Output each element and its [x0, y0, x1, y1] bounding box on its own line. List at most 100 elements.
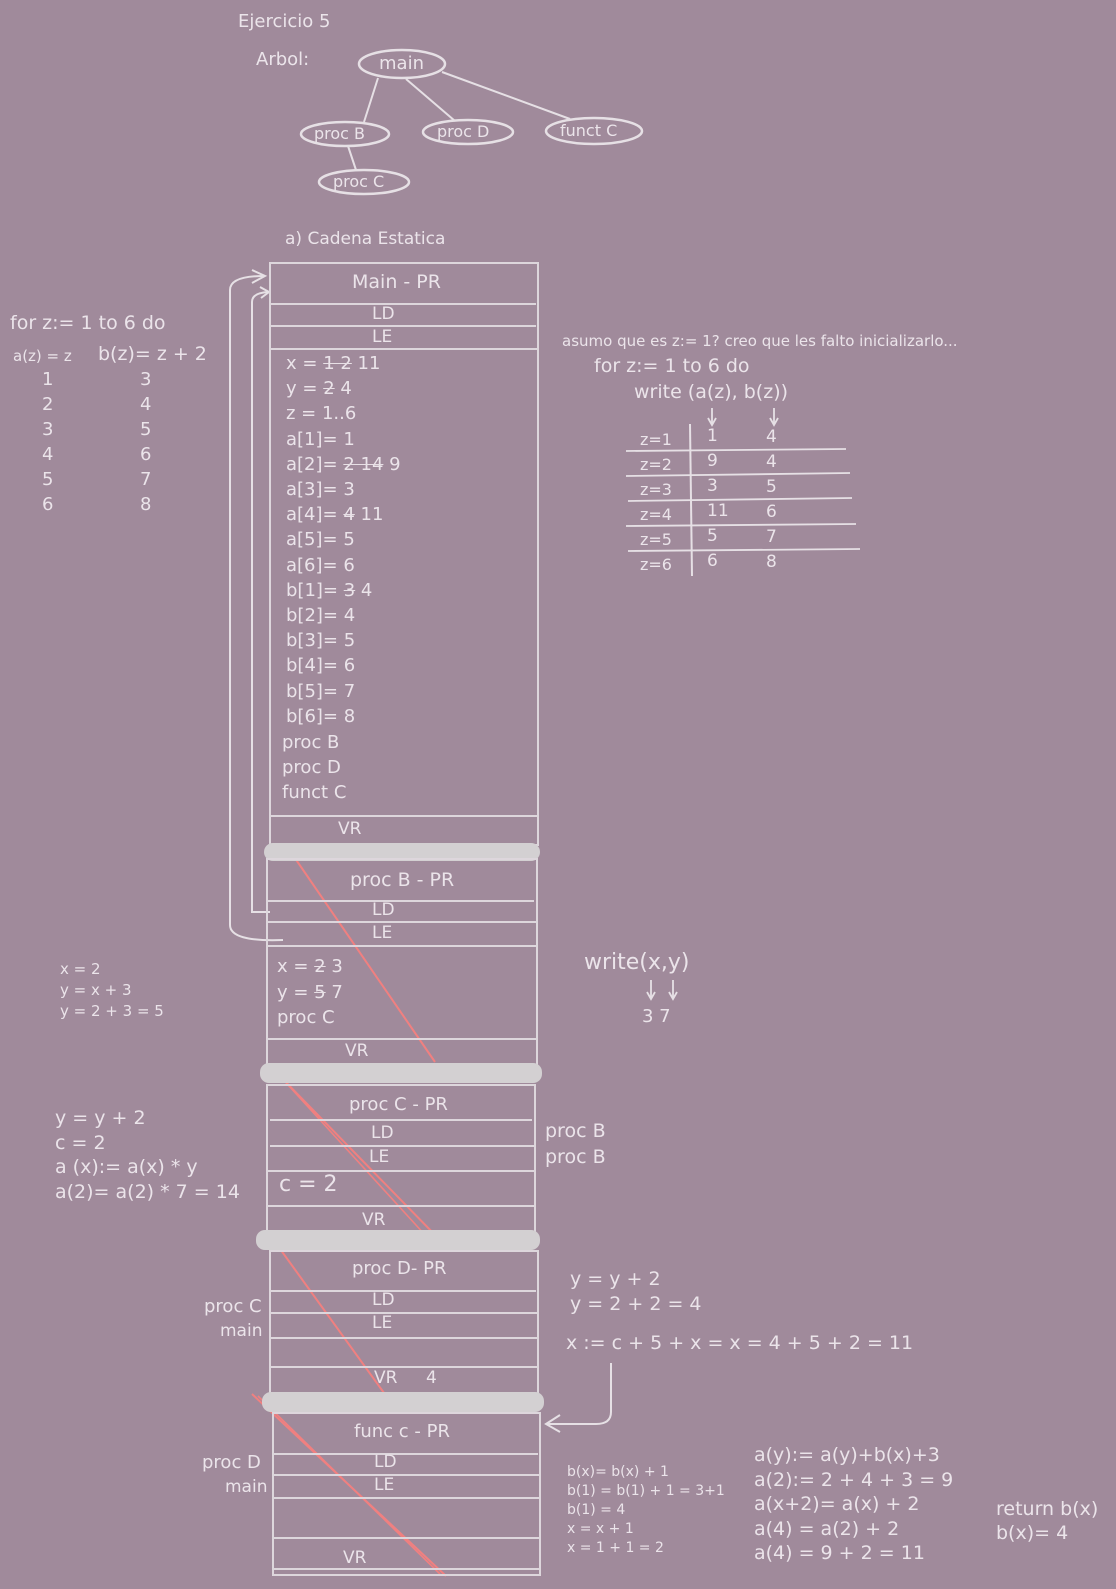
- procB-write-out: 3 7: [642, 1006, 671, 1027]
- left-loop-a-value: 1: [42, 369, 54, 390]
- main-var: z = 1..6: [286, 403, 357, 425]
- left-loop-b-value: 3: [140, 369, 152, 390]
- main-var: b[3]= 5: [286, 630, 356, 652]
- results-b: 5: [766, 477, 777, 497]
- main-var: a[4]= 4 11: [286, 504, 384, 526]
- funcC-note-b-line: b(x)= b(x) + 1: [567, 1464, 669, 1480]
- section-title: a) Cadena Estatica: [285, 229, 446, 249]
- funcC-note-b-line: b(1) = 4: [567, 1502, 626, 1518]
- tree-edge-main-procD: [405, 78, 456, 122]
- left-loop-a-value: 5: [42, 469, 54, 490]
- left-loop-a-value: 3: [42, 419, 54, 440]
- procD-le: LE: [372, 1313, 393, 1333]
- procD-ld-target: proc C: [204, 1296, 262, 1317]
- left-loop-b-value: 6: [140, 444, 152, 465]
- main-le: LE: [372, 327, 393, 347]
- tree-edge-main-functC: [441, 71, 571, 120]
- left-loop-col1: a(z) = z: [13, 347, 72, 365]
- left-loop-a-value: 2: [42, 394, 54, 415]
- procC-ld: LD: [371, 1123, 394, 1143]
- main-ld: LD: [372, 304, 395, 324]
- procB-write: write(x,y): [584, 950, 690, 975]
- funcC-return-line: b(x)= 4: [996, 1522, 1069, 1544]
- frame-separator-scribble: [260, 1063, 542, 1083]
- procC-note-line: y = y + 2: [55, 1107, 146, 1129]
- main-var: a[3]= 3: [286, 479, 355, 500]
- main-proc-decl: proc D: [282, 757, 341, 778]
- funcC-note-a-line: a(4) = 9 + 2 = 11: [754, 1542, 925, 1564]
- diagram-lines: [229, 48, 861, 1577]
- funcC-ld: LD: [374, 1452, 397, 1472]
- assume-note: asumo que es z:= 1? creo que les falto i…: [562, 332, 958, 350]
- main-var: a[1]= 1: [286, 428, 355, 450]
- tree-node-procC: proc C: [333, 172, 385, 191]
- results-b: 6: [766, 502, 777, 522]
- results-z: z=5: [640, 530, 672, 549]
- funcC-note-b-line: x = x + 1: [567, 1521, 634, 1537]
- right-loop: for z:= 1 to 6 do: [594, 355, 750, 377]
- tree-node-procD: proc D: [437, 122, 490, 141]
- procC-body: c = 2: [279, 1172, 338, 1197]
- funcC-return-line: return b(x): [996, 1498, 1099, 1520]
- main-var: x = 1 2 11: [286, 353, 381, 374]
- tree-node-functC: funct C: [560, 121, 618, 140]
- left-loop-b-value: 8: [140, 494, 152, 515]
- main-frame-title: Main - PR: [352, 271, 441, 293]
- funcC-le: LE: [374, 1475, 395, 1495]
- procD-note-line: y = y + 2: [570, 1268, 661, 1290]
- right-write: write (a(z), b(z)): [634, 381, 789, 403]
- procB-note-line: y = 2 + 3 = 5: [60, 1002, 164, 1020]
- funcC-le-target: main: [225, 1477, 268, 1497]
- frame-separator-scribble: [262, 1392, 544, 1412]
- procB-note-line: x = 2: [60, 960, 101, 978]
- left-loop-a-value: 6: [42, 494, 54, 515]
- funcC-note-a-line: a(4) = a(2) + 2: [754, 1517, 900, 1540]
- funcC-note-a-line: a(y):= a(y)+b(x)+3: [754, 1444, 940, 1466]
- results-a: 5: [707, 526, 718, 546]
- left-loop-header: for z:= 1 to 6 do: [10, 312, 166, 334]
- main-vr: VR: [338, 819, 362, 839]
- procB-var-y: y = 5 7: [277, 982, 343, 1003]
- procD-ld: LD: [372, 1290, 395, 1310]
- procB-var-x: x = 2 3: [277, 956, 343, 977]
- left-loop-a-value: 4: [42, 444, 54, 465]
- procD-frame-title: proc D- PR: [352, 1258, 447, 1279]
- main-var: a[6]= 6: [286, 554, 355, 576]
- main-proc-decl: proc B: [282, 732, 340, 753]
- results-a: 11: [707, 501, 729, 521]
- procC-ld-target: proc B: [545, 1120, 606, 1142]
- procB-le: LE: [372, 923, 393, 943]
- main-var: y = 2 4: [286, 378, 352, 400]
- main-var: b[4]= 6: [286, 655, 356, 677]
- tree-label: Arbol:: [256, 49, 310, 70]
- procB-ld: LD: [372, 900, 395, 920]
- results-b: 8: [766, 552, 777, 572]
- procD-vr: VR: [374, 1368, 398, 1388]
- results-z: z=4: [640, 505, 672, 524]
- results-z: z=3: [640, 480, 672, 499]
- results-a: 1: [707, 426, 718, 446]
- results-b: 4: [766, 427, 777, 447]
- funcC-note-b-line: b(1) = b(1) + 1 = 3+1: [567, 1483, 725, 1499]
- procB-note-line: y = x + 3: [60, 981, 132, 999]
- procD-note-line: y = 2 + 2 = 4: [570, 1293, 702, 1315]
- frame-separator-scribble: [256, 1230, 540, 1250]
- left-loop-b-value: 5: [140, 419, 152, 440]
- procC-le-target: proc B: [545, 1146, 606, 1168]
- procC-vr: VR: [362, 1210, 386, 1230]
- procD-vr-value: 4: [426, 1368, 437, 1388]
- tree-edge-procB-procC: [347, 145, 357, 171]
- funcC-frame-title: func c - PR: [354, 1421, 450, 1442]
- results-a: 9: [707, 451, 718, 471]
- procB-frame-title: proc B - PR: [350, 869, 455, 891]
- procC-le: LE: [369, 1147, 390, 1167]
- results-z: z=2: [640, 455, 672, 474]
- main-var: b[2]= 4: [286, 605, 356, 626]
- procC-frame-title: proc C - PR: [349, 1094, 448, 1115]
- procD-le-target: main: [220, 1321, 263, 1341]
- procC-note-line: a (x):= a(x) * y: [55, 1156, 198, 1178]
- main-var: b[1]= 3 4: [286, 579, 373, 601]
- funcC-ld-target: proc D: [202, 1452, 261, 1473]
- results-z: z=6: [640, 555, 672, 574]
- results-a: 6: [707, 551, 718, 571]
